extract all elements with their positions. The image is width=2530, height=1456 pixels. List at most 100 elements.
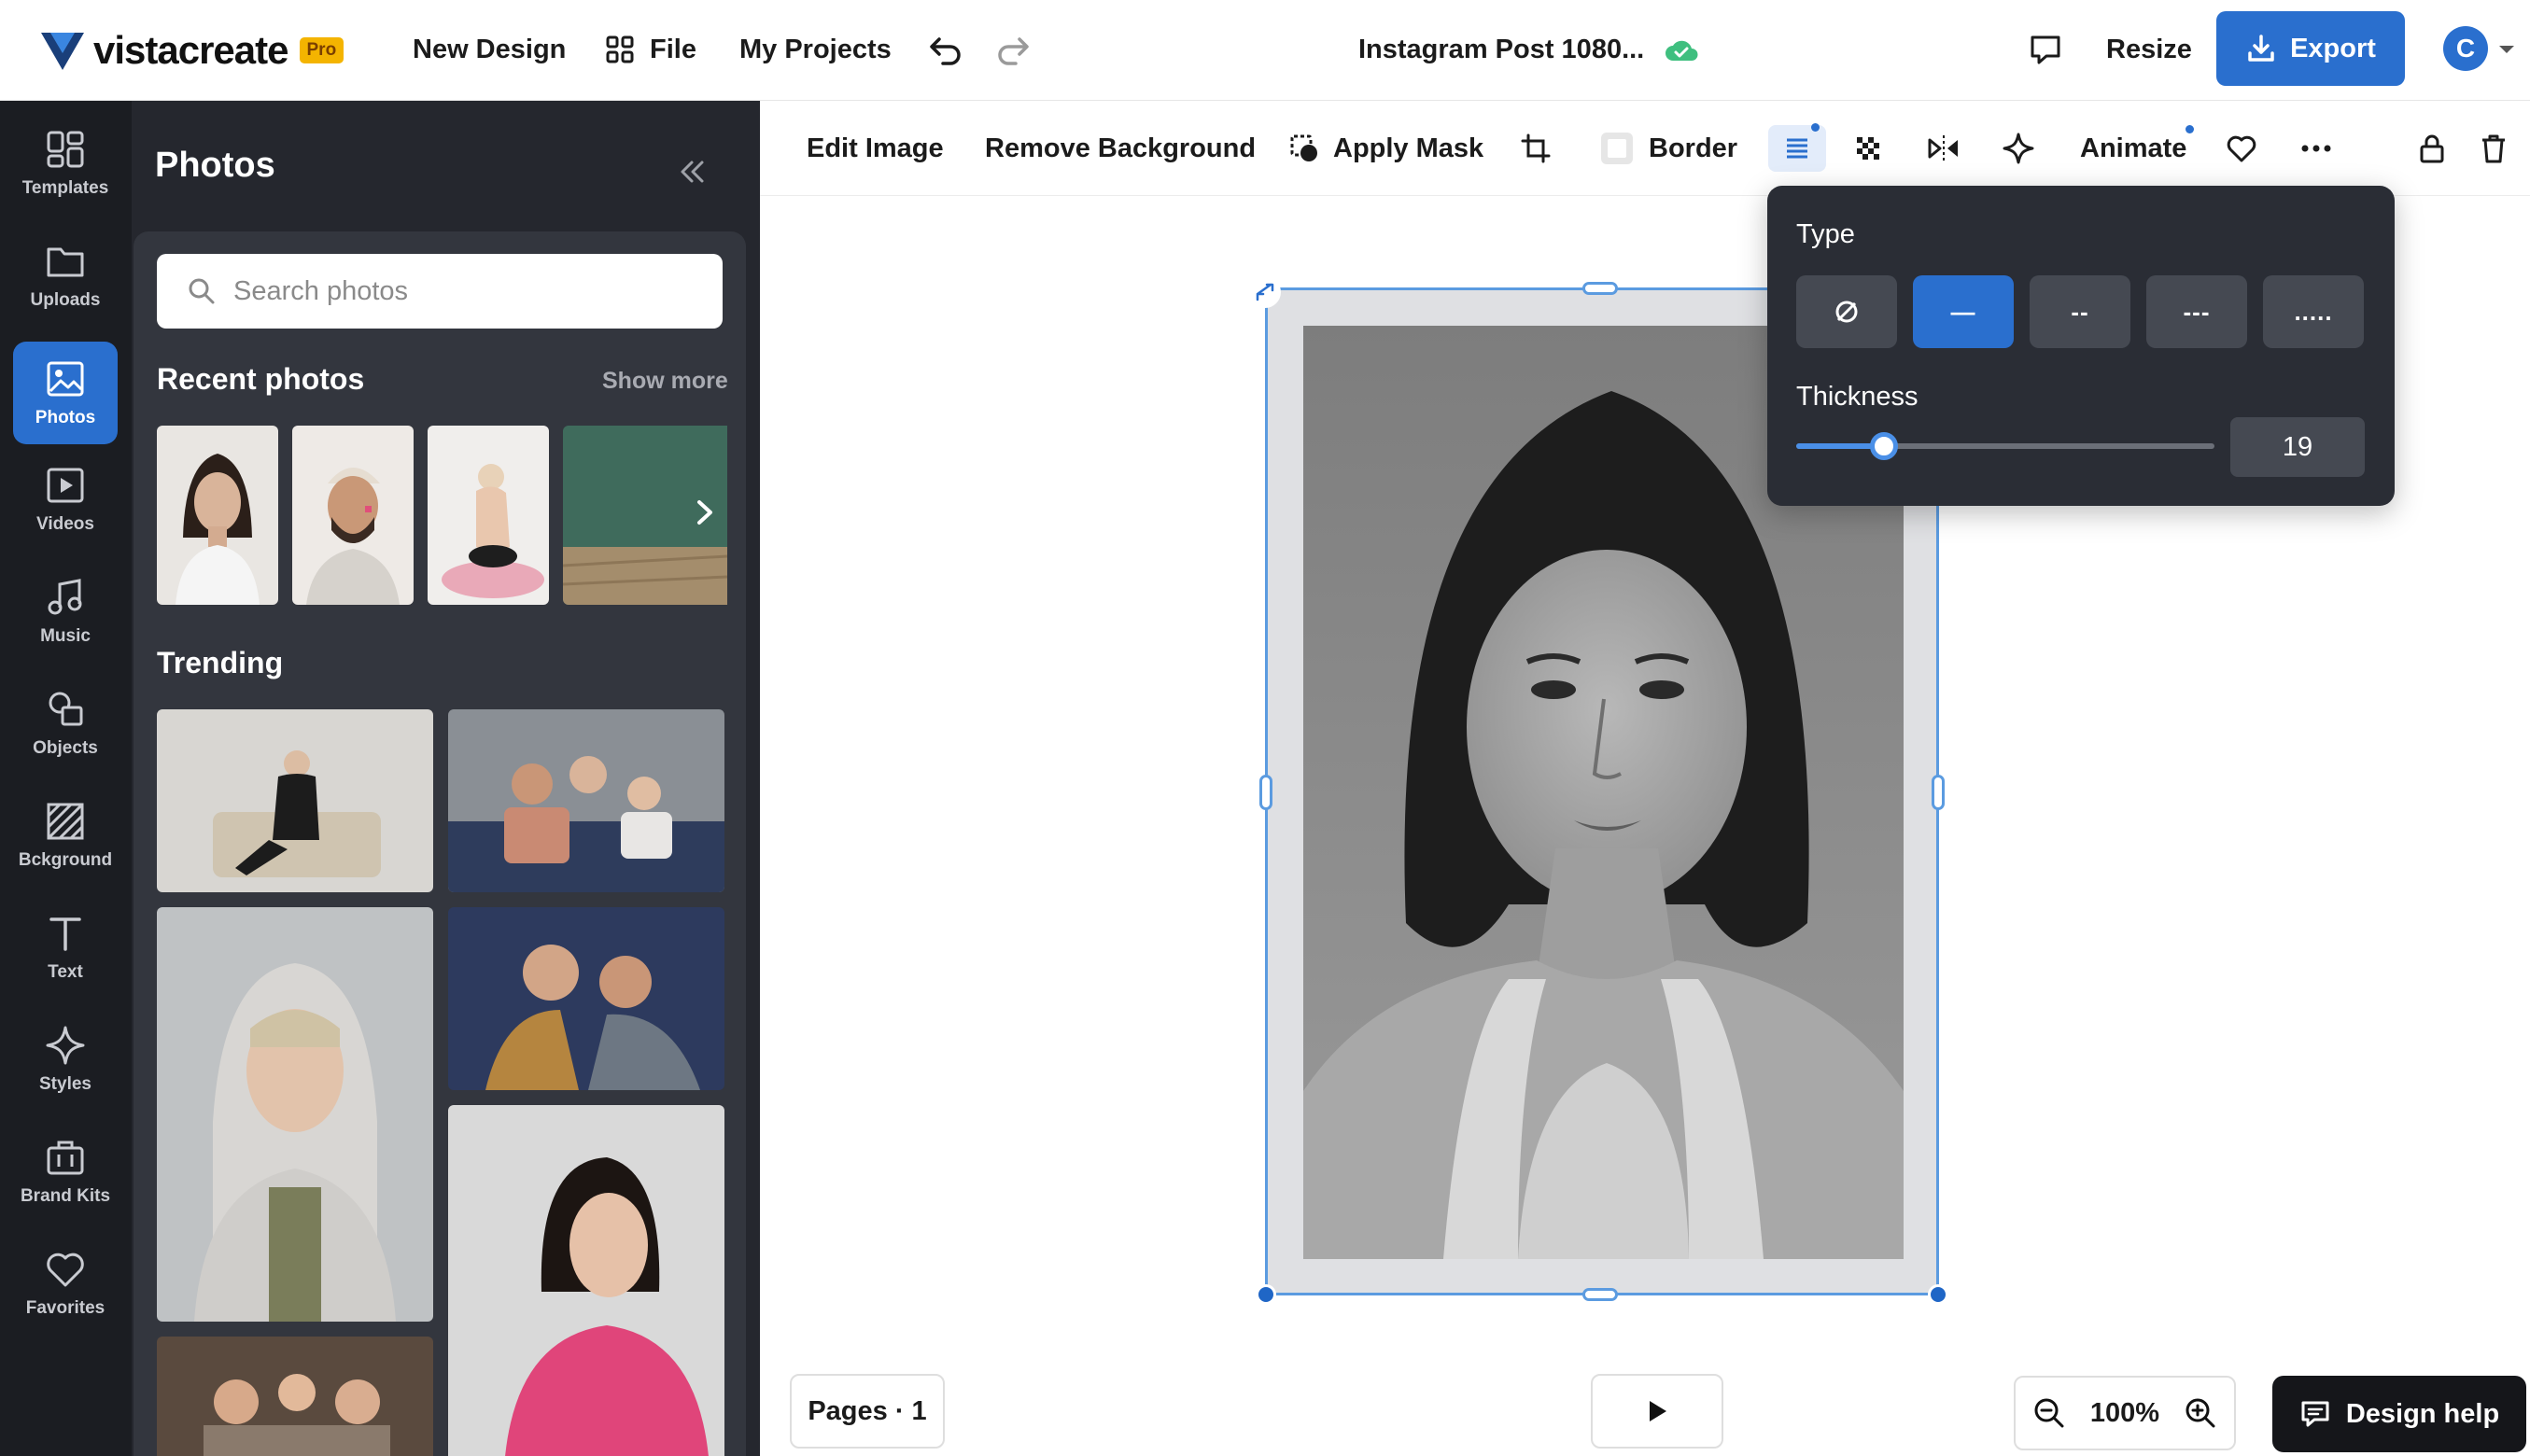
zoom-in-icon[interactable] bbox=[2184, 1396, 2217, 1430]
recent-photo-3[interactable] bbox=[428, 426, 549, 605]
thickness-slider-track[interactable] bbox=[1796, 443, 2214, 449]
recent-photo-1[interactable] bbox=[157, 426, 278, 605]
thickness-slider-knob[interactable] bbox=[1870, 432, 1899, 460]
comments-button[interactable] bbox=[2028, 28, 2063, 71]
zoom-controls: 100% bbox=[2014, 1376, 2236, 1450]
vistacreate-logo[interactable]: vistacreate Pro bbox=[39, 24, 344, 77]
lock-icon bbox=[2420, 134, 2444, 163]
more-options-button[interactable] bbox=[2300, 125, 2332, 172]
animate-dot bbox=[2186, 125, 2194, 133]
crop-icon bbox=[1521, 133, 1551, 163]
comment-icon bbox=[2031, 35, 2060, 64]
my-projects-button[interactable]: My Projects bbox=[739, 28, 892, 71]
pages-button[interactable]: Pages · 1 bbox=[790, 1374, 945, 1449]
briefcase-icon bbox=[47, 1141, 84, 1175]
resize-handle-top[interactable] bbox=[1582, 282, 1618, 295]
rail-item-templates[interactable]: Templates bbox=[13, 112, 118, 215]
trending-photo-6[interactable] bbox=[448, 1105, 724, 1456]
rotate-handle[interactable] bbox=[1249, 276, 1281, 308]
chevron-right-icon[interactable] bbox=[688, 497, 720, 528]
export-label: Export bbox=[2290, 33, 2376, 63]
design-help-button[interactable]: Design help bbox=[2272, 1376, 2526, 1452]
border-type-dotted[interactable]: ..... bbox=[2263, 275, 2364, 348]
thickness-label: Thickness bbox=[1796, 382, 1919, 412]
search-input[interactable] bbox=[233, 275, 682, 307]
image-toolbar: Edit Image Remove Background Apply Mask … bbox=[760, 101, 2530, 196]
export-button[interactable]: Export bbox=[2216, 11, 2405, 86]
sparkle-icon bbox=[2003, 133, 2034, 164]
rail-label: Brand Kits bbox=[20, 1186, 111, 1206]
search-box[interactable] bbox=[157, 254, 723, 329]
delete-button[interactable] bbox=[2480, 125, 2508, 172]
trending-photo-2[interactable] bbox=[448, 709, 724, 892]
undo-button[interactable] bbox=[928, 28, 963, 71]
resize-button[interactable]: Resize bbox=[2106, 28, 2192, 71]
border-type-short-dashed[interactable]: --- bbox=[2146, 275, 2247, 348]
play-icon bbox=[1650, 1401, 1666, 1421]
woman-hoodie-image bbox=[157, 907, 433, 1322]
edit-image-button[interactable]: Edit Image bbox=[807, 125, 944, 172]
rail-label: Photos bbox=[35, 408, 96, 427]
border-style-button[interactable] bbox=[1768, 125, 1826, 172]
animate-button[interactable]: Animate bbox=[2080, 125, 2186, 172]
account-menu-button[interactable] bbox=[2496, 28, 2517, 71]
thickness-value-input[interactable]: 19 bbox=[2230, 417, 2365, 477]
border-style-dot bbox=[1811, 123, 1820, 132]
play-preview-button[interactable] bbox=[1591, 1374, 1723, 1449]
resize-handle-right[interactable] bbox=[1932, 775, 1945, 810]
redo-icon bbox=[998, 37, 1029, 65]
rail-item-background[interactable]: Bckground bbox=[13, 784, 118, 887]
crop-button[interactable] bbox=[1520, 125, 1552, 172]
resize-handle-bottom[interactable] bbox=[1582, 1288, 1618, 1301]
border-type-none[interactable] bbox=[1796, 275, 1897, 348]
collapse-panel-icon[interactable] bbox=[673, 153, 710, 190]
border-type-solid[interactable]: — bbox=[1913, 275, 2014, 348]
top-bar: vistacreate Pro New Design File My Proje… bbox=[0, 0, 2530, 101]
rail-item-styles[interactable]: Styles bbox=[13, 1008, 118, 1111]
lock-button[interactable] bbox=[2418, 125, 2446, 172]
no-border-icon bbox=[1835, 301, 1858, 323]
recent-photo-2[interactable] bbox=[292, 426, 414, 605]
zoom-level[interactable]: 100% bbox=[2090, 1398, 2159, 1429]
rail-item-favorites[interactable]: Favorites bbox=[13, 1232, 118, 1335]
sparkle-icon bbox=[46, 1026, 85, 1065]
remove-background-button[interactable]: Remove Background bbox=[985, 125, 1256, 172]
border-type-dashed[interactable]: -- bbox=[2030, 275, 2130, 348]
trash-icon bbox=[2482, 134, 2505, 163]
transparency-button[interactable] bbox=[1852, 125, 1884, 172]
show-more-link[interactable]: Show more bbox=[602, 368, 728, 395]
rail-item-text[interactable]: Text bbox=[13, 896, 118, 999]
trending-photo-4[interactable] bbox=[448, 907, 724, 1090]
flip-button[interactable] bbox=[1927, 125, 1961, 172]
rail-label: Templates bbox=[21, 178, 109, 198]
document-title[interactable]: Instagram Post 1080... bbox=[1358, 28, 1698, 71]
resize-handle-left[interactable] bbox=[1259, 775, 1272, 810]
user-avatar[interactable]: C bbox=[2443, 26, 2488, 71]
apply-mask-button[interactable]: Apply Mask bbox=[1288, 125, 1483, 172]
mask-icon bbox=[1290, 134, 1317, 161]
file-menu-button[interactable]: File bbox=[605, 28, 696, 71]
rail-item-brand-kits[interactable]: Brand Kits bbox=[13, 1120, 118, 1223]
trending-photo-1[interactable] bbox=[157, 709, 433, 892]
rail-item-music[interactable]: Music bbox=[13, 560, 118, 663]
rail-item-objects[interactable]: Objects bbox=[13, 672, 118, 775]
new-design-button[interactable]: New Design bbox=[413, 28, 566, 71]
corner-handle-bottom-left[interactable] bbox=[1256, 1284, 1276, 1305]
trending-photo-3[interactable] bbox=[157, 907, 433, 1322]
panel-title: Photos bbox=[155, 146, 275, 185]
rail-item-photos[interactable]: Photos bbox=[13, 342, 118, 444]
rail-item-uploads[interactable]: Uploads bbox=[13, 224, 118, 327]
zoom-out-icon[interactable] bbox=[2032, 1396, 2066, 1430]
redo-button[interactable] bbox=[995, 28, 1031, 71]
corner-handle-bottom-right[interactable] bbox=[1928, 1284, 1948, 1305]
trending-photo-5[interactable] bbox=[157, 1337, 433, 1456]
favorite-button[interactable] bbox=[2226, 125, 2257, 172]
chat-icon bbox=[2301, 1401, 2329, 1427]
type-label: Type bbox=[1796, 219, 1855, 249]
border-button[interactable]: Border bbox=[1598, 125, 1737, 172]
effects-button[interactable] bbox=[2002, 125, 2035, 172]
chevron-down-icon bbox=[2499, 46, 2514, 53]
file-label: File bbox=[650, 34, 696, 64]
portrait-woman-image bbox=[157, 426, 278, 605]
rail-item-videos[interactable]: Videos bbox=[13, 448, 118, 551]
